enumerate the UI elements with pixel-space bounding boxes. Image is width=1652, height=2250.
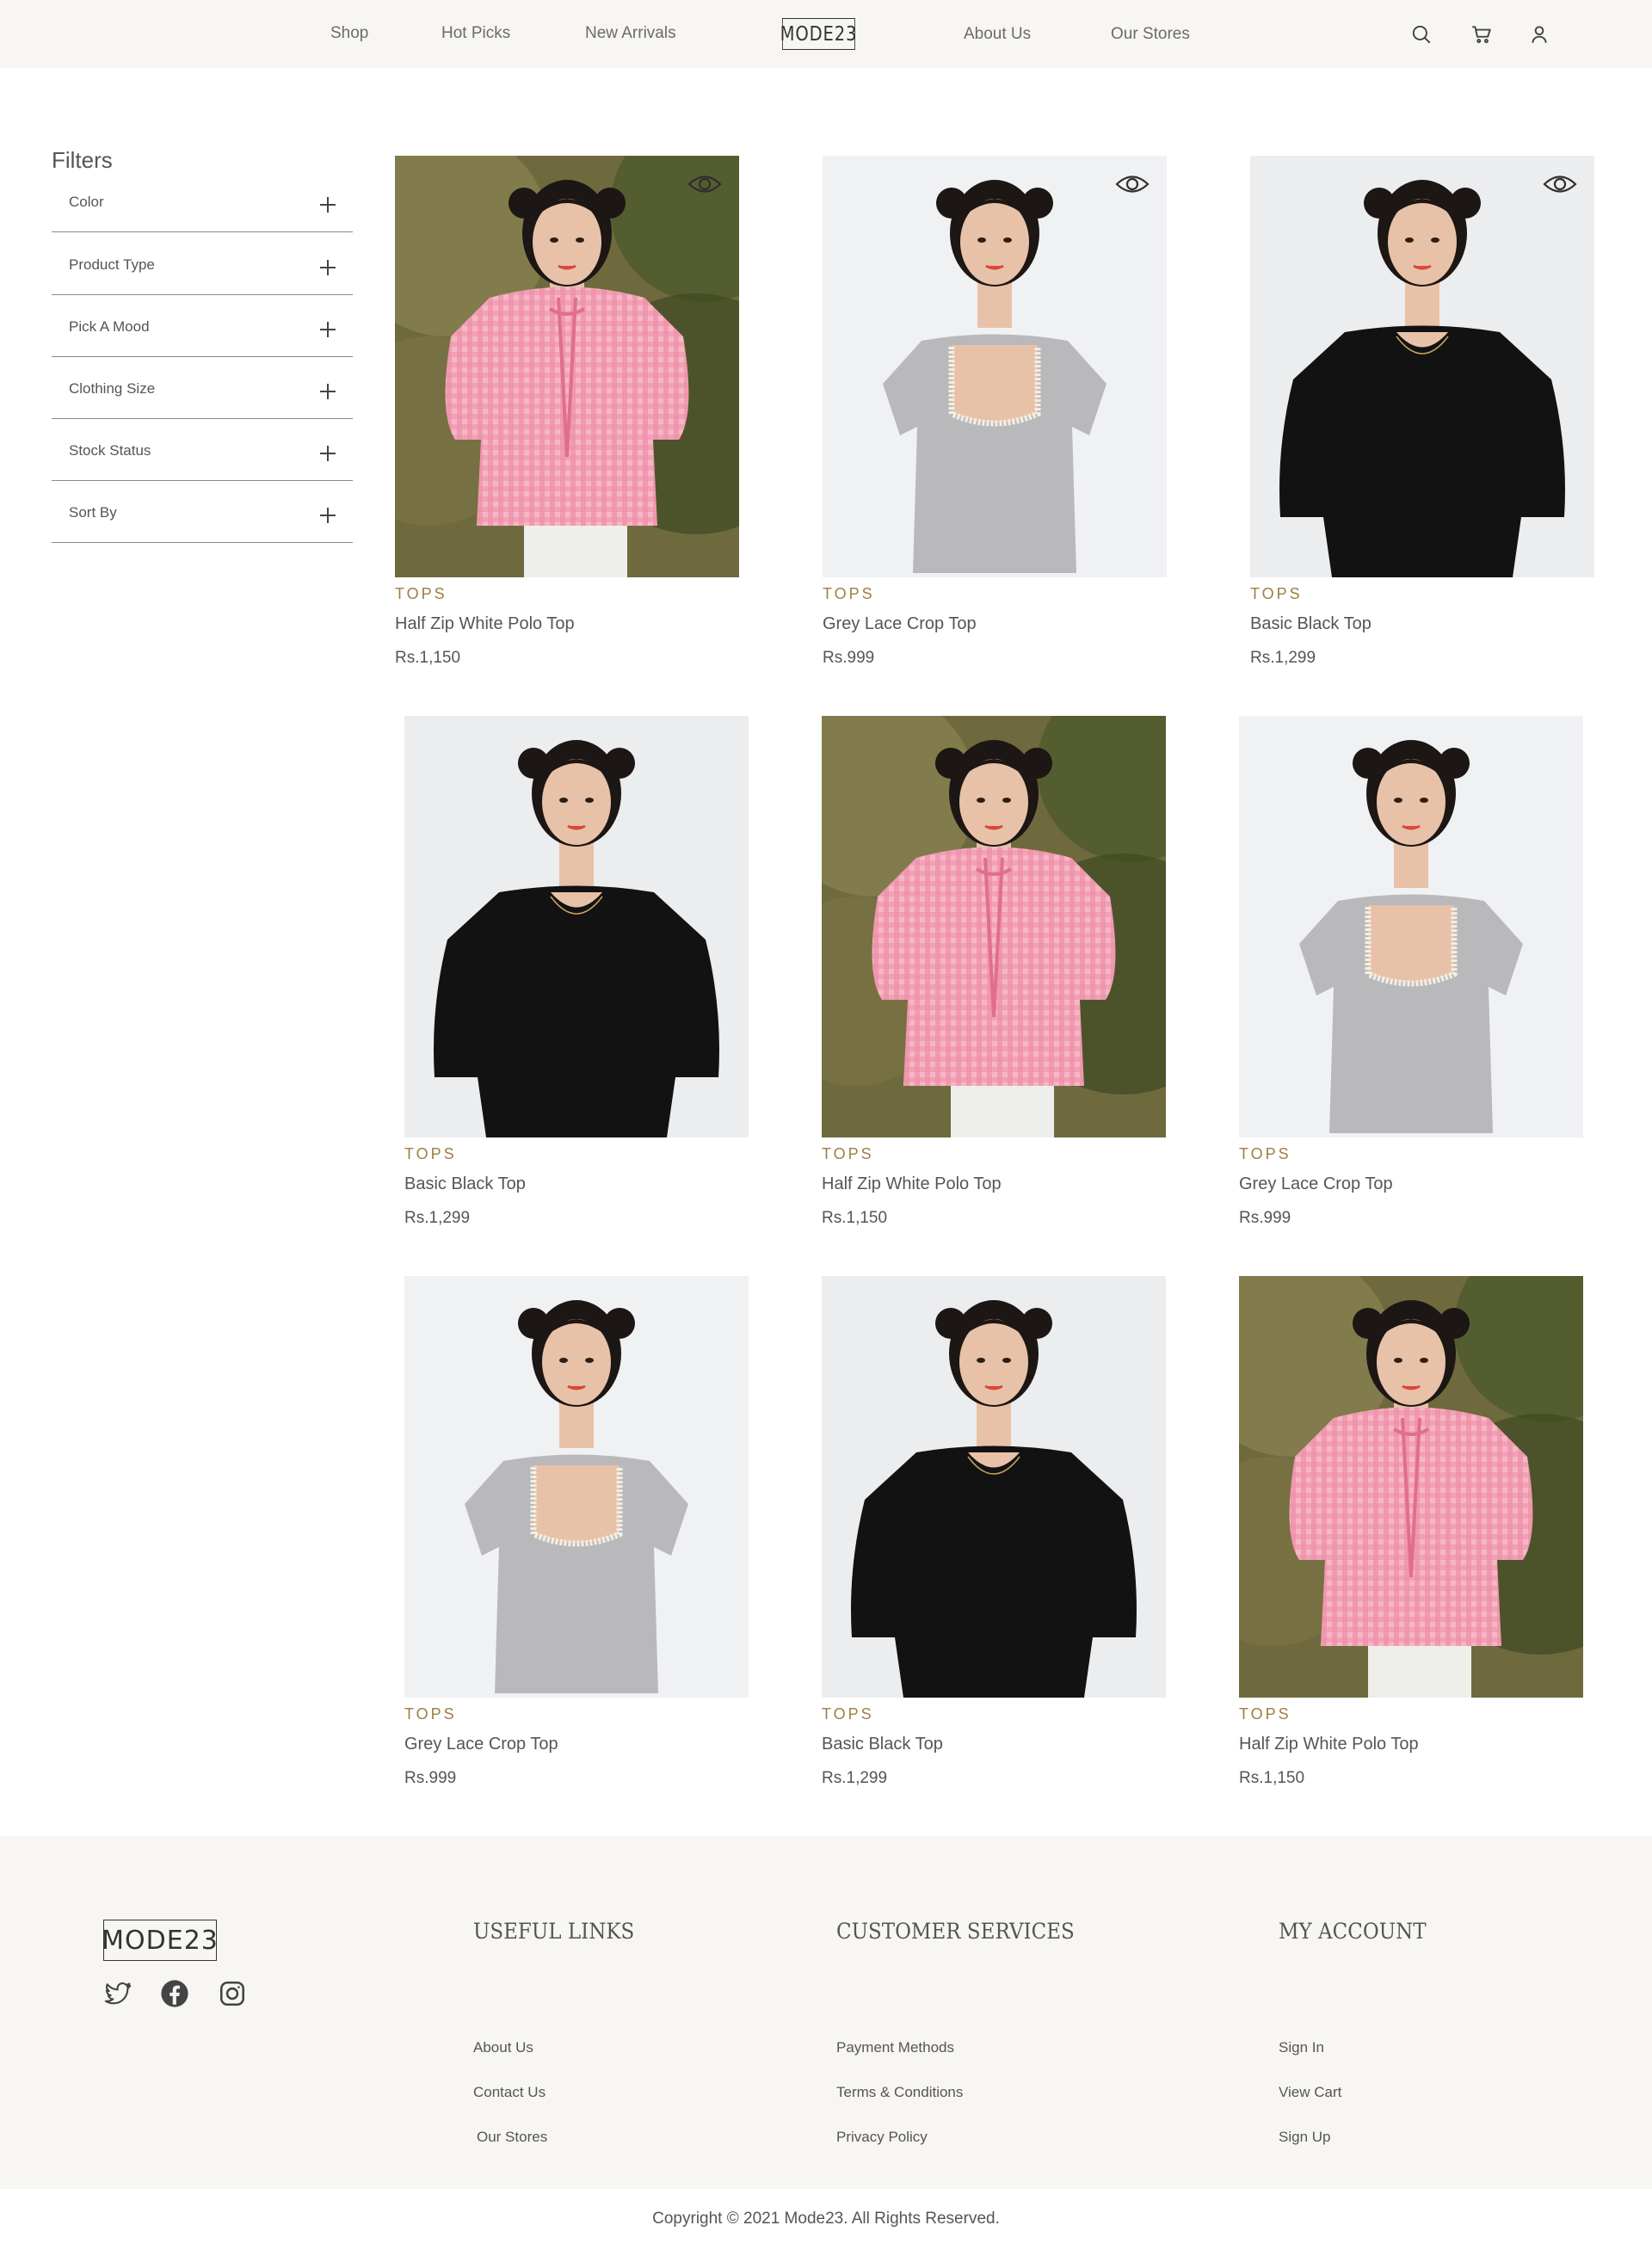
product-name[interactable]: Grey Lace Crop Top <box>404 1735 558 1754</box>
product-card[interactable]: TOPS Grey Lace Crop Top Rs.999 <box>823 156 1167 672</box>
nav-new-arrivals[interactable]: New Arrivals <box>585 24 676 43</box>
product-price: Rs.999 <box>404 1769 457 1787</box>
product-category: TOPS <box>404 1705 457 1723</box>
product-card[interactable]: TOPS Basic Black Top Rs.1,299 <box>404 716 749 1232</box>
filter-label: Sort By <box>69 504 117 521</box>
filter-product-type[interactable]: Product Type <box>52 233 353 295</box>
cart-icon[interactable] <box>1470 23 1493 46</box>
product-price: Rs.1,150 <box>1239 1769 1305 1787</box>
product-card[interactable]: TOPS Grey Lace Crop Top Rs.999 <box>1239 716 1583 1232</box>
plus-icon[interactable] <box>320 446 336 461</box>
product-category: TOPS <box>823 585 875 602</box>
product-image[interactable] <box>1250 156 1594 577</box>
nav-shop[interactable]: Shop <box>330 24 368 43</box>
product-price: Rs.1,299 <box>822 1769 888 1787</box>
product-name[interactable]: Grey Lace Crop Top <box>823 614 977 634</box>
product-category: TOPS <box>1239 1145 1291 1162</box>
product-price: Rs.1,299 <box>404 1209 471 1227</box>
product-category: TOPS <box>1250 585 1303 602</box>
plus-icon[interactable] <box>320 384 336 399</box>
nav-our-stores[interactable]: Our Stores <box>1111 25 1190 44</box>
footer-link-view-cart[interactable]: View Cart <box>1279 2084 1341 2101</box>
plus-icon[interactable] <box>320 260 336 275</box>
product-category: TOPS <box>404 1145 457 1162</box>
product-name[interactable]: Grey Lace Crop Top <box>1239 1174 1393 1194</box>
product-card[interactable]: TOPS Grey Lace Crop Top Rs.999 <box>404 1276 749 1792</box>
filter-pick-a-mood[interactable]: Pick A Mood <box>52 295 353 357</box>
filter-color[interactable]: Color <box>52 170 353 232</box>
quick-view-eye-icon[interactable] <box>687 171 722 197</box>
product-image[interactable] <box>404 716 749 1137</box>
quick-view-eye-icon[interactable] <box>1543 171 1577 197</box>
footer-link-our-stores[interactable]: Our Stores <box>477 2129 547 2146</box>
useful-links-title: USEFUL LINKS <box>473 1919 635 1944</box>
instagram-icon[interactable] <box>218 1979 247 2008</box>
product-card[interactable]: TOPS Basic Black Top Rs.1,299 <box>1250 156 1594 672</box>
filter-label: Clothing Size <box>69 380 156 397</box>
footer-link-sign-up[interactable]: Sign Up <box>1279 2129 1330 2146</box>
filter-clothing-size[interactable]: Clothing Size <box>52 357 353 419</box>
nav-hot-picks[interactable]: Hot Picks <box>441 24 510 43</box>
twitter-icon[interactable] <box>103 1979 133 2008</box>
footer-link-contact-us[interactable]: Contact Us <box>473 2084 546 2101</box>
product-card[interactable]: TOPS Basic Black Top Rs.1,299 <box>822 1276 1166 1792</box>
copyright-bar: Copyright © 2021 Mode23. All Rights Rese… <box>0 2189 1652 2250</box>
copyright-text: Copyright © 2021 Mode23. All Rights Rese… <box>652 2210 1000 2228</box>
facebook-icon[interactable] <box>160 1979 189 2008</box>
site-footer: MODE23 USEFUL LINKS About Us Contact Us … <box>0 1836 1652 2189</box>
product-image[interactable] <box>1239 1276 1583 1698</box>
product-name[interactable]: Basic Black Top <box>404 1174 526 1194</box>
product-name[interactable]: Half Zip White Polo Top <box>1239 1735 1419 1754</box>
product-card[interactable]: TOPS Half Zip White Polo Top Rs.1,150 <box>1239 1276 1583 1792</box>
product-price: Rs.1,150 <box>395 649 461 667</box>
filter-stock-status[interactable]: Stock Status <box>52 419 353 481</box>
product-name[interactable]: Half Zip White Polo Top <box>822 1174 1002 1194</box>
filter-label: Product Type <box>69 256 155 273</box>
product-price: Rs.1,299 <box>1250 649 1316 667</box>
product-card[interactable]: TOPS Half Zip White Polo Top Rs.1,150 <box>822 716 1166 1232</box>
product-price: Rs.1,150 <box>822 1209 888 1227</box>
site-header: Shop Hot Picks New Arrivals MODE23 About… <box>0 0 1652 68</box>
plus-icon[interactable] <box>320 197 336 213</box>
product-category: TOPS <box>822 1705 874 1723</box>
product-image[interactable] <box>395 156 739 577</box>
search-icon[interactable] <box>1410 23 1433 46</box>
footer-link-terms-conditions[interactable]: Terms & Conditions <box>836 2084 963 2101</box>
filter-sort-by[interactable]: Sort By <box>52 481 353 543</box>
product-image[interactable] <box>822 716 1166 1137</box>
plus-icon[interactable] <box>320 322 336 337</box>
footer-link-privacy-policy[interactable]: Privacy Policy <box>836 2129 928 2146</box>
user-icon[interactable] <box>1528 23 1550 46</box>
product-category: TOPS <box>1239 1705 1291 1723</box>
product-category: TOPS <box>822 1145 874 1162</box>
quick-view-eye-icon[interactable] <box>1115 171 1150 197</box>
plus-icon[interactable] <box>320 508 336 523</box>
footer-link-about-us[interactable]: About Us <box>473 2039 533 2056</box>
product-image[interactable] <box>1239 716 1583 1137</box>
product-name[interactable]: Basic Black Top <box>822 1735 943 1754</box>
product-image[interactable] <box>404 1276 749 1698</box>
my-account-title: MY ACCOUNT <box>1279 1919 1427 1944</box>
customer-services-title: CUSTOMER SERVICES <box>836 1919 1075 1944</box>
product-name[interactable]: Basic Black Top <box>1250 614 1372 634</box>
filter-label: Color <box>69 194 104 210</box>
filter-label: Pick A Mood <box>69 318 150 335</box>
nav-about-us[interactable]: About Us <box>964 25 1031 44</box>
product-price: Rs.999 <box>823 649 875 667</box>
product-image[interactable] <box>822 1276 1166 1698</box>
footer-link-sign-in[interactable]: Sign In <box>1279 2039 1324 2056</box>
product-category: TOPS <box>395 585 447 602</box>
product-name[interactable]: Half Zip White Polo Top <box>395 614 575 634</box>
product-card[interactable]: TOPS Half Zip White Polo Top Rs.1,150 <box>395 156 739 672</box>
product-price: Rs.999 <box>1239 1209 1291 1227</box>
product-image[interactable] <box>823 156 1167 577</box>
filter-label: Stock Status <box>69 442 151 459</box>
footer-link-payment-methods[interactable]: Payment Methods <box>836 2039 954 2056</box>
footer-logo[interactable]: MODE23 <box>102 1920 218 1961</box>
site-logo[interactable]: MODE23 <box>780 18 856 50</box>
